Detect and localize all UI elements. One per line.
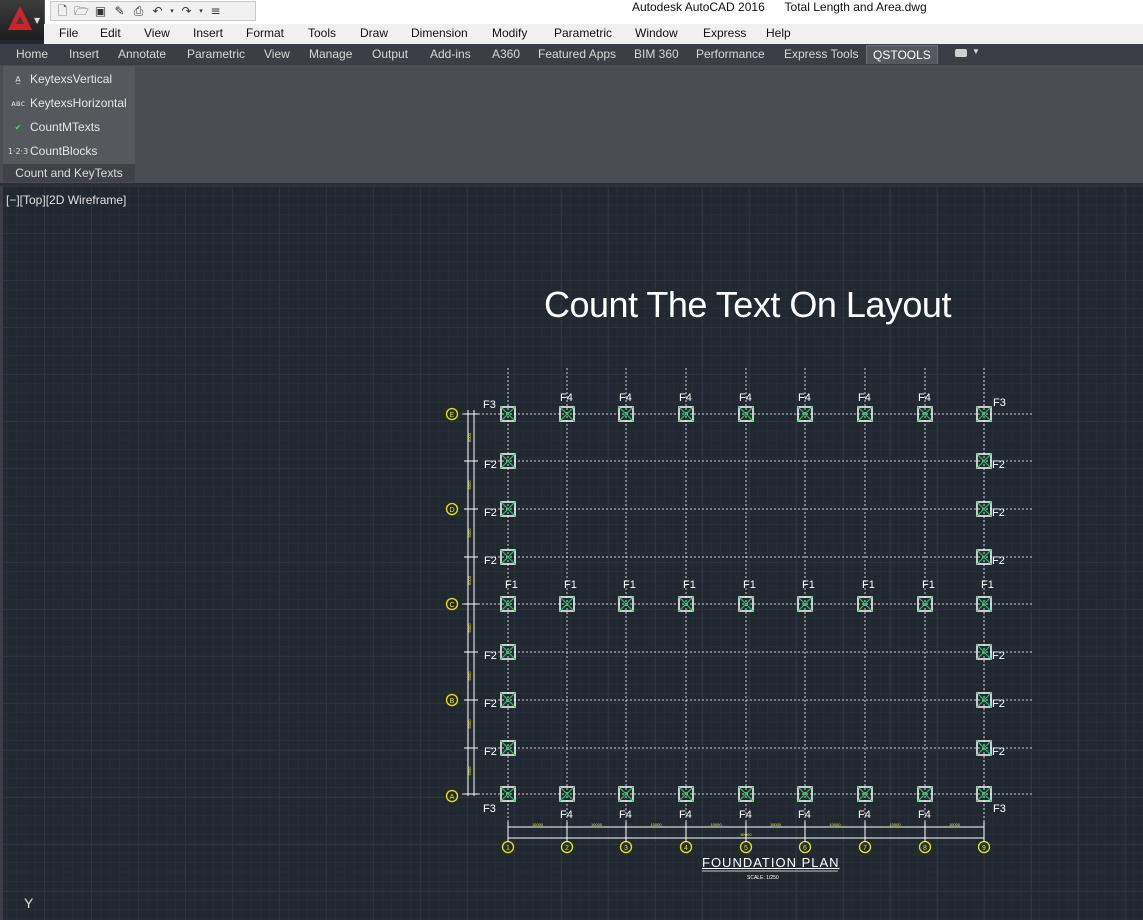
horizontal-dimension-text: 10000 — [710, 822, 722, 827]
foundation-plan-drawing: F3 F4 F4 F4 F4 F4 F4 F4 F3 F3 F4 F4 F4 F4 F4 F4 F4 F3 F1 F1… — [445, 368, 1032, 872]
column-axis-label: 8 — [923, 845, 927, 852]
footing-label-f2: F2 — [992, 459, 1005, 471]
column-axis-label: 9 — [982, 845, 986, 852]
horizontal-dimension-text: 10000 — [829, 822, 841, 827]
footing-label-f1: F1 — [623, 579, 636, 591]
column-axis-label: 5 — [744, 845, 748, 852]
footing-label-f1: F1 — [564, 579, 577, 591]
horizontal-dimension-text: 10000 — [770, 822, 782, 827]
footing-label-f3: F3 — [483, 803, 496, 815]
row-axis-label: E — [450, 412, 455, 419]
horizontal-dimension-text: 10000 — [949, 822, 961, 827]
vertical-dimension-text: 6000 — [467, 528, 472, 538]
footing-label-f4: F4 — [679, 809, 692, 821]
footing-label-f1: F1 — [802, 579, 815, 591]
row-axis-label: A — [450, 794, 455, 801]
horizontal-dimension-text: 10000 — [532, 822, 544, 827]
column-axis-label: 3 — [624, 845, 628, 852]
vertical-dimension-text: 6000 — [467, 480, 472, 490]
row-axis-label: D — [449, 507, 454, 514]
vertical-dimension-text: 6000 — [467, 719, 472, 729]
horizontal-dimension-text: 10000 — [650, 822, 662, 827]
footing-label-f2: F2 — [484, 459, 497, 471]
footing-label-f4: F4 — [739, 809, 752, 821]
footing-label-f2: F2 — [484, 746, 497, 758]
vertical-dimension-text: 6000 — [467, 432, 472, 442]
footing-label-f3: F3 — [993, 397, 1006, 409]
footing-label-f4: F4 — [739, 392, 752, 404]
footing-label-f3: F3 — [993, 803, 1006, 815]
column-axis-label: 4 — [684, 845, 688, 852]
footing-label-f4: F4 — [619, 809, 632, 821]
vertical-dimension-text: 6000 — [467, 623, 472, 633]
column-axis-label: 6 — [803, 845, 807, 852]
footing-label-f2: F2 — [992, 698, 1005, 710]
footing-label-f4: F4 — [619, 392, 632, 404]
row-axis-label: C — [449, 602, 454, 609]
footing-label-f1: F1 — [981, 579, 994, 591]
plan-scale: SCALE: 1/250 — [747, 875, 779, 881]
ucs-icon: Y — [24, 895, 34, 911]
footing-label-f1: F1 — [922, 579, 935, 591]
row-axis-label: B — [450, 698, 455, 705]
plan-title: FOUNDATION PLAN — [702, 855, 840, 870]
footing-label-f2: F2 — [484, 555, 497, 567]
footing-label-f3: F3 — [483, 399, 496, 411]
horizontal-dimension-text: 10000 — [591, 822, 603, 827]
horizontal-dimension-text: 10000 — [889, 822, 901, 827]
footing-label-f2: F2 — [484, 650, 497, 662]
footing-label-f1: F1 — [683, 579, 696, 591]
footing-label-f4: F4 — [560, 392, 573, 404]
footing-label-f4: F4 — [918, 392, 931, 404]
footing-label-f2: F2 — [484, 698, 497, 710]
vertical-dimension-text: 6000 — [467, 671, 472, 681]
footing-label-f2: F2 — [992, 507, 1005, 519]
footing-label-f1: F1 — [862, 579, 875, 591]
vertical-dimension-text: 6000 — [467, 766, 472, 776]
footing-label-f1: F1 — [743, 579, 756, 591]
column-axis-label: 7 — [863, 845, 867, 852]
footing-label-f4: F4 — [858, 392, 871, 404]
footing-label-f4: F4 — [679, 392, 692, 404]
footing-label-f2: F2 — [992, 650, 1005, 662]
total-dimension-text: 80000 — [740, 832, 752, 837]
footing-label-f4: F4 — [918, 809, 931, 821]
vertical-dimension-text: 6000 — [467, 575, 472, 585]
footing-label-f2: F2 — [992, 746, 1005, 758]
footing-label-f4: F4 — [560, 809, 573, 821]
column-axis-label: 1 — [506, 845, 510, 852]
column-axis-label: 2 — [565, 845, 569, 852]
footing-label-f4: F4 — [798, 392, 811, 404]
footing-label-f4: F4 — [858, 809, 871, 821]
footing-label-f2: F2 — [484, 507, 497, 519]
ucs-y-label: Y — [24, 895, 34, 911]
footing-label-f4: F4 — [798, 809, 811, 821]
footing-label-f2: F2 — [992, 555, 1005, 567]
footing-label-f1: F1 — [505, 579, 518, 591]
